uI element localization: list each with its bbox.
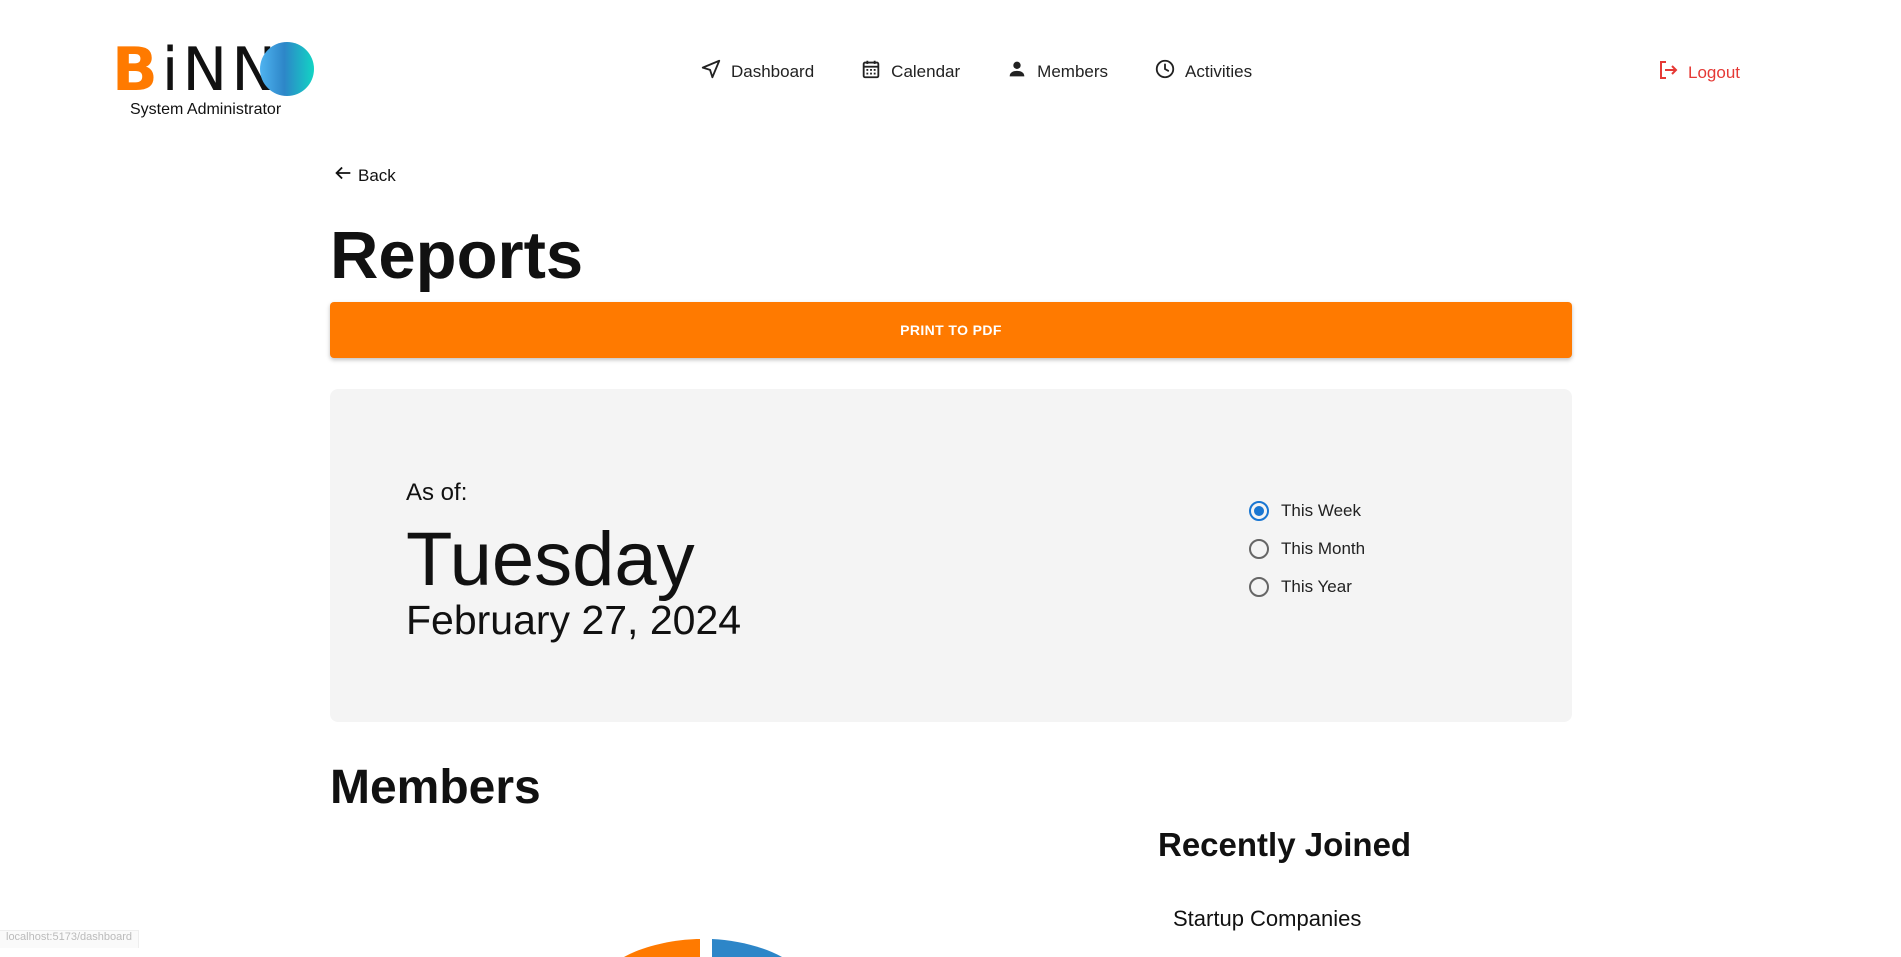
report-period-panel: As of: Tuesday February 27, 2024 This We… bbox=[330, 389, 1572, 722]
logo-o-circle bbox=[260, 42, 314, 96]
page-title: Reports bbox=[330, 218, 584, 293]
logo-wordmark: BiNN bbox=[112, 40, 280, 100]
radio-unchecked-icon[interactable] bbox=[1249, 539, 1269, 559]
as-of-date: February 27, 2024 bbox=[406, 597, 742, 643]
radio-unchecked-icon[interactable] bbox=[1249, 577, 1269, 597]
nav-label: Dashboard bbox=[731, 61, 815, 81]
pie-slice-orange bbox=[624, 939, 700, 957]
period-radio-group: This Week This Month This Year bbox=[1249, 501, 1365, 597]
logout-icon bbox=[1656, 58, 1680, 87]
nav-label: Members bbox=[1037, 61, 1109, 81]
status-bar-url: localhost:5173/dashboard bbox=[0, 930, 139, 948]
radio-this-week[interactable]: This Week bbox=[1249, 501, 1365, 521]
logout-label: Logout bbox=[1688, 62, 1740, 82]
clock-icon bbox=[1154, 58, 1176, 85]
calendar-icon bbox=[860, 58, 882, 85]
print-to-pdf-button[interactable]: PRINT TO PDF bbox=[330, 302, 1572, 358]
user-role-label: System Administrator bbox=[130, 101, 282, 118]
as-of-day: Tuesday bbox=[406, 517, 695, 602]
logo-letter-b: B bbox=[112, 35, 162, 105]
brand-logo[interactable]: BiNN System Administrator bbox=[112, 40, 317, 120]
pie-slice-blue bbox=[712, 939, 782, 957]
navigation-arrow-icon bbox=[700, 58, 722, 85]
radio-this-month[interactable]: This Month bbox=[1249, 539, 1365, 559]
nav-item-calendar[interactable]: Calendar bbox=[860, 58, 960, 85]
nav-label: Activities bbox=[1185, 61, 1253, 81]
logout-button[interactable]: Logout bbox=[1656, 58, 1740, 87]
person-icon bbox=[1006, 58, 1028, 85]
back-button[interactable]: Back bbox=[332, 162, 396, 189]
nav-item-dashboard[interactable]: Dashboard bbox=[700, 58, 814, 85]
radio-label: This Year bbox=[1281, 577, 1352, 596]
nav-item-activities[interactable]: Activities bbox=[1154, 58, 1252, 85]
main-nav: Dashboard Calendar Members Activities bbox=[700, 58, 1252, 85]
members-section-title: Members bbox=[330, 761, 541, 814]
radio-label: This Month bbox=[1281, 539, 1366, 558]
radio-label: This Week bbox=[1281, 501, 1361, 520]
nav-label: Calendar bbox=[891, 61, 961, 81]
nav-item-members[interactable]: Members bbox=[1006, 58, 1108, 85]
back-label: Back bbox=[358, 165, 396, 185]
radio-checked-icon[interactable] bbox=[1249, 501, 1269, 521]
arrow-left-icon bbox=[332, 162, 354, 189]
as-of-label: As of: bbox=[406, 479, 468, 506]
recently-joined-title: Recently Joined bbox=[1158, 826, 1412, 863]
members-pie-chart bbox=[624, 939, 782, 957]
startup-companies-label: Startup Companies bbox=[1173, 906, 1362, 931]
radio-this-year[interactable]: This Year bbox=[1249, 577, 1365, 597]
